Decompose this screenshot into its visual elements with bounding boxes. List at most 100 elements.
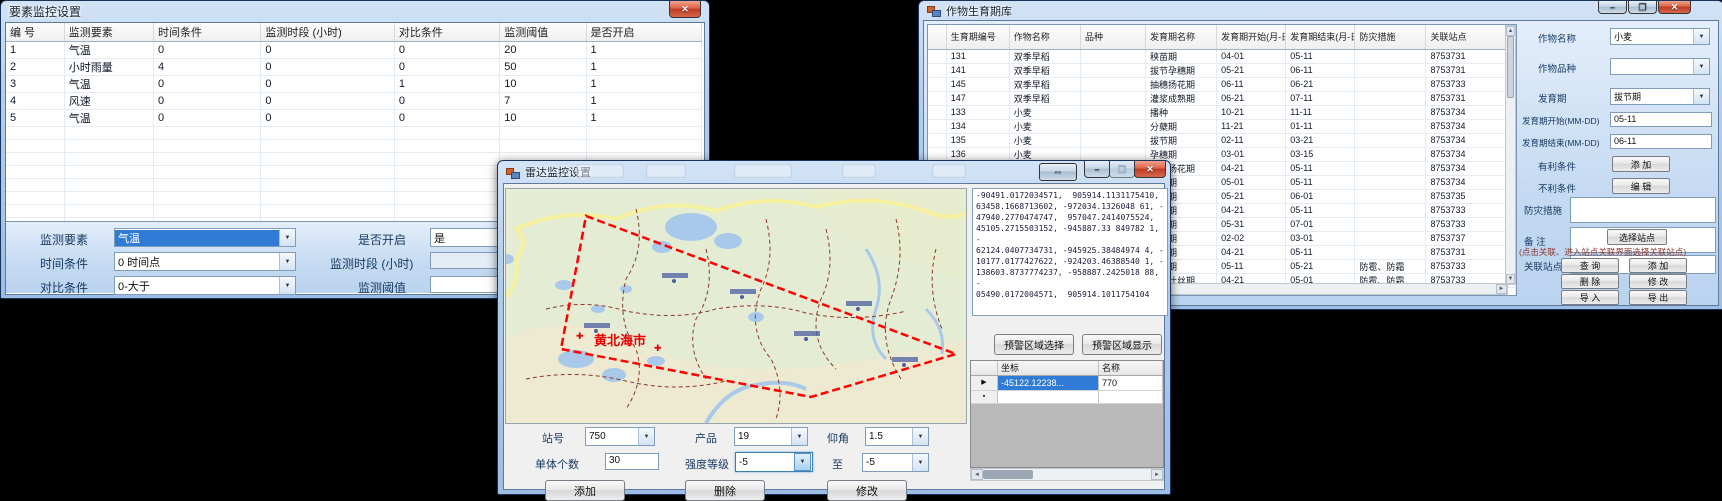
chevron-down-icon[interactable]: ▼ [1693, 89, 1709, 104]
table-cell: 11-11 [1286, 105, 1355, 119]
column-header[interactable] [928, 25, 946, 49]
adverse-edit-button[interactable]: 编 辑 [1612, 178, 1670, 194]
table-row[interactable]: 4风速00071 [6, 93, 702, 110]
modify-button[interactable]: 修 改 [1629, 274, 1687, 289]
scroll-right-icon[interactable]: ► [1151, 469, 1163, 480]
table-row[interactable]: 2小时雨量400501 [6, 59, 702, 76]
chevron-down-icon[interactable]: ▼ [638, 428, 654, 445]
table-row[interactable]: 1气温000201 [6, 42, 702, 59]
column-header[interactable]: 关联站点 [1426, 25, 1516, 49]
table-row[interactable]: 3气温001101 [6, 76, 702, 93]
radar-modify-button[interactable]: 修改 [827, 480, 907, 501]
chevron-down-icon[interactable]: ▼ [279, 253, 295, 270]
table-row[interactable]: 5气温000101 [6, 110, 702, 127]
favorable-edit-button[interactable]: 添 加 [1612, 156, 1670, 172]
table-row[interactable]: 141双季早稻拔节孕穗期05-2106-118753731 [928, 63, 1516, 77]
table-row[interactable] [6, 140, 702, 153]
to-combo[interactable]: -5 ▼ [862, 453, 929, 472]
column-header[interactable]: 编 号 [6, 23, 64, 42]
delete-button[interactable]: 删 除 [1561, 274, 1619, 289]
scroll-up-icon[interactable]: ▲ [1506, 26, 1515, 36]
swap-button[interactable]: ⇔ [1039, 163, 1077, 181]
titlebar-ghost [646, 164, 686, 178]
area-coord-cell[interactable]: -45122.12238... [998, 376, 1099, 390]
column-header[interactable]: 监测阈值 [500, 23, 586, 42]
column-header[interactable]: 对比条件 [394, 23, 499, 42]
column-header[interactable]: 时间条件 [154, 23, 261, 42]
close-button[interactable]: ✕ [1658, 1, 1691, 14]
column-header[interactable]: 生育期编号 [946, 25, 1009, 49]
import-button[interactable]: 导 入 [1561, 290, 1619, 305]
radar-station-value: 750 [586, 431, 638, 442]
table-row[interactable]: 135小麦拔节期02-1103-218753734 [928, 133, 1516, 147]
chevron-down-icon[interactable]: ▼ [912, 428, 928, 445]
table-row[interactable]: 147双季早稻灌浆成熟期06-2107-118753731 [928, 91, 1516, 105]
coords-textarea[interactable]: -90491.0172034571, 905914.1131175410, 63… [972, 188, 1168, 316]
radar-add-button[interactable]: 添加 [545, 480, 625, 501]
compare-combo[interactable]: 0-大于 ▼ [114, 276, 296, 295]
table-cell [500, 140, 586, 153]
map-view[interactable]: 黄北海市 ✚ ✚ [505, 188, 967, 424]
area-grid[interactable]: 坐标 名称 ▶ -45122.12238... 770 ▪ [970, 360, 1164, 468]
element-combo[interactable]: 气温 ▼ [114, 228, 296, 247]
radar-station-combo[interactable]: 750 ▼ [585, 427, 655, 446]
intensity-combo[interactable]: -5 ▼ [735, 452, 813, 472]
table-row[interactable]: 133小麦播种10-2111-118753734 [928, 105, 1516, 119]
titlebar-element-monitor[interactable]: 要素监控设置 [1, 1, 709, 22]
column-header[interactable]: 监测时段 (小时) [261, 23, 394, 42]
measures-textarea[interactable] [1570, 197, 1716, 223]
maximize-button[interactable]: ❐ [1628, 1, 1657, 14]
area-name-cell[interactable]: 770 [1099, 376, 1163, 390]
crop-table-vscroll[interactable]: ▲ ▼ [1505, 25, 1516, 285]
column-header[interactable]: 发育期名称 [1145, 25, 1216, 49]
stage-combo[interactable]: 拔节期 ▼ [1610, 88, 1710, 105]
radar-delete-button[interactable]: 删除 [685, 480, 765, 501]
table-row[interactable]: 136小麦孕穗期03-0103-158753734 [928, 147, 1516, 161]
area-grid-row[interactable]: ▶ -45122.12238... 770 [971, 376, 1163, 391]
scroll-left-icon[interactable]: ◄ [971, 469, 983, 480]
close-button[interactable]: ✕ [669, 1, 701, 18]
chevron-down-icon[interactable]: ▼ [279, 277, 295, 294]
station-link-button[interactable]: 选择站点 [1607, 229, 1667, 245]
elevation-combo[interactable]: 1.5 ▼ [865, 427, 929, 446]
scroll-right-icon[interactable]: ► [1496, 284, 1507, 294]
area-display-button[interactable]: 预警区域显示 [1082, 334, 1162, 355]
time-combo[interactable]: 0 时间点 ▼ [114, 252, 296, 271]
area-grid-hscroll[interactable]: ◄ ► [970, 468, 1164, 481]
maximize-button[interactable]: ❐ [1109, 161, 1135, 178]
table-row[interactable]: 131双季早稻秧苗期04-0105-118753731 [928, 49, 1516, 63]
column-header[interactable]: 发育期结束(月-日) [1286, 25, 1355, 49]
svg-text:✚: ✚ [654, 343, 662, 353]
add-button[interactable]: 添 加 [1629, 258, 1687, 273]
column-header[interactable]: 发育期开始(月-日) [1217, 25, 1286, 49]
chevron-down-icon[interactable]: ▼ [912, 454, 928, 471]
column-header[interactable]: 品种 [1080, 25, 1145, 49]
cell-count-input[interactable]: 30 [605, 453, 659, 470]
column-header[interactable]: 防灾措施 [1355, 25, 1426, 49]
variety-combo[interactable]: ▼ [1610, 58, 1710, 75]
chevron-down-icon[interactable]: ▼ [791, 428, 807, 445]
area-grid-new-row[interactable]: ▪ [971, 391, 1163, 404]
stage-end-input[interactable]: 06-11 [1610, 134, 1712, 149]
chevron-down-icon[interactable]: ▼ [1693, 29, 1709, 44]
crop-name-combo[interactable]: 小麦 ▼ [1610, 28, 1710, 45]
chevron-down-icon[interactable]: ▼ [1693, 59, 1709, 74]
column-header[interactable]: 作物名称 [1009, 25, 1080, 49]
close-button[interactable]: ✕ [1134, 161, 1166, 178]
minimize-button[interactable]: – [1598, 1, 1627, 14]
table-cell: 01-11 [1286, 119, 1355, 133]
chevron-down-icon[interactable]: ▼ [279, 229, 295, 246]
export-button[interactable]: 导 出 [1629, 290, 1687, 305]
stage-start-input[interactable]: 05-11 [1610, 112, 1712, 127]
column-header[interactable]: 是否开启 [586, 23, 701, 42]
product-combo[interactable]: 19 ▼ [734, 427, 808, 446]
chevron-down-icon[interactable]: ▼ [794, 453, 811, 471]
query-button[interactable]: 查 询 [1561, 258, 1619, 273]
table-row[interactable] [6, 127, 702, 140]
table-row[interactable]: 134小麦分蘖期11-2101-118753734 [928, 119, 1516, 133]
table-row[interactable]: 145双季早稻抽穗扬花期06-1106-218753733 [928, 77, 1516, 91]
column-header[interactable]: 监测要素 [64, 23, 153, 42]
minimize-button[interactable]: – [1084, 161, 1110, 178]
compare-label: 对比条件 [40, 279, 88, 296]
area-select-button[interactable]: 预警区域选择 [994, 334, 1074, 355]
